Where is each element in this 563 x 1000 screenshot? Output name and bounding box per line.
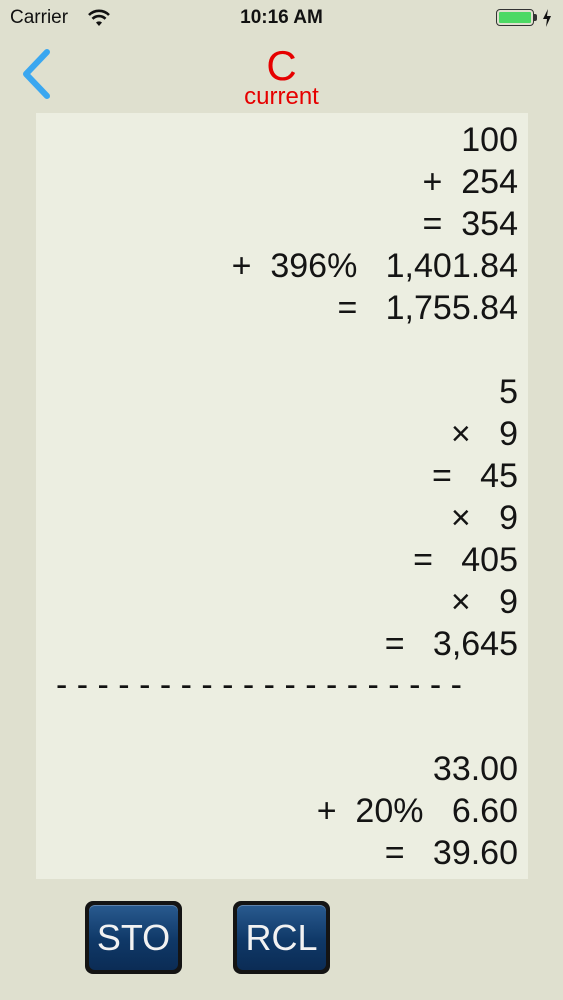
- rcl-button[interactable]: RCL: [233, 901, 330, 974]
- tape-line: = 45: [431, 457, 518, 495]
- tape-line: + 20% 6.60: [316, 792, 518, 830]
- page-subtitle: current: [244, 83, 319, 110]
- tape-divider: - - - - - - - - - - - - - - - - - - - -: [56, 675, 462, 695]
- calculation-tape: 100 + 254 = 354 + 396% 1,401.84 = 1,755.…: [36, 113, 528, 879]
- tape-line: × 9: [450, 583, 518, 621]
- tape-line: = 3,645: [384, 625, 518, 663]
- tape-line: 100: [461, 121, 518, 159]
- tape-line: 5: [499, 373, 518, 411]
- status-bar: Carrier 10:16 AM: [0, 0, 563, 38]
- sto-button[interactable]: STO: [85, 901, 182, 974]
- tape-line: = 354: [422, 205, 518, 243]
- sto-button-label: STO: [89, 905, 178, 970]
- tape-line: + 254: [422, 163, 518, 201]
- tape-line: × 9: [450, 415, 518, 453]
- tape-line: = 39.60: [384, 834, 518, 872]
- clock: 10:16 AM: [240, 7, 323, 28]
- battery-tip: [534, 14, 537, 21]
- tape-line: × 9: [450, 499, 518, 537]
- tape-line: 33.00: [432, 750, 518, 788]
- tape-line: + 396% 1,401.84: [231, 247, 518, 285]
- page-title: C: [266, 42, 297, 89]
- tape-line: = 1,755.84: [337, 289, 518, 327]
- rcl-button-label: RCL: [237, 905, 326, 970]
- charging-icon: [543, 9, 551, 27]
- tape-line: = 405: [413, 541, 518, 579]
- battery-icon: [496, 9, 534, 26]
